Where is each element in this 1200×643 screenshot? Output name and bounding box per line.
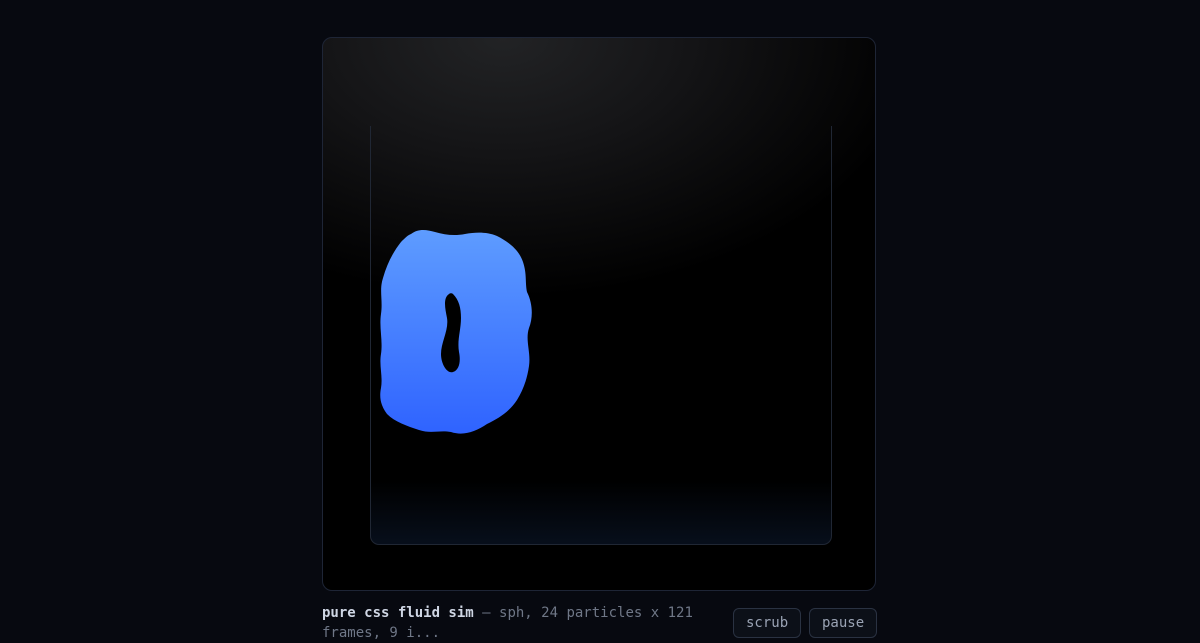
caption-title: pure css fluid sim [322, 605, 474, 621]
caption: pure css fluid sim — sph, 24 particles x… [322, 603, 722, 643]
pause-button[interactable]: pause [809, 608, 877, 638]
caption-description-cont: frames, 9 i... [322, 625, 441, 641]
caption-separator: — [473, 605, 500, 621]
fluid-blob [380, 230, 532, 434]
caption-description: sph, 24 particles x 121 [499, 605, 693, 621]
scrub-button[interactable]: scrub [733, 608, 801, 638]
simulation-stage [322, 37, 876, 591]
